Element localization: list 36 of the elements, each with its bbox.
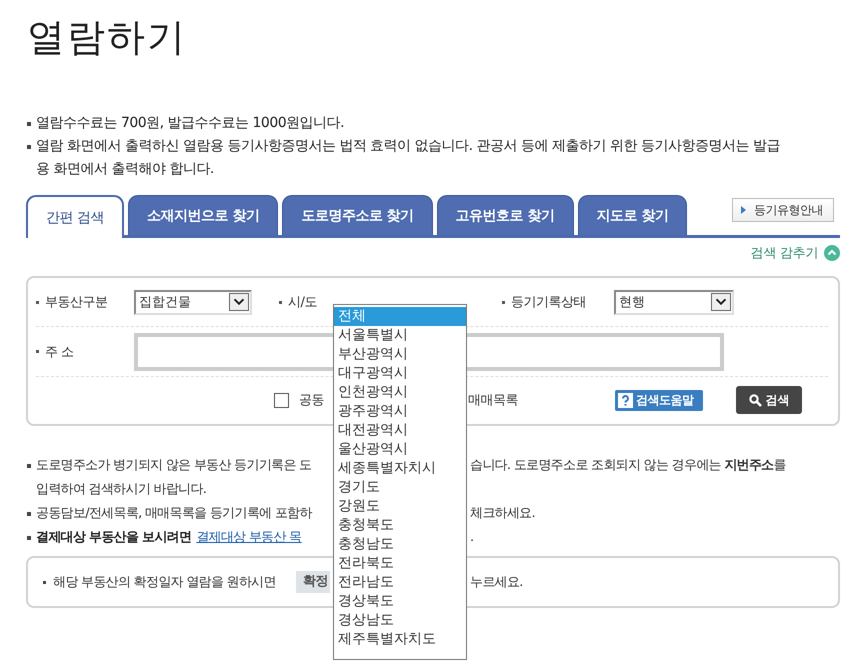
record-status-select[interactable]: 현행 bbox=[614, 290, 734, 314]
search-tab[interactable]: 소재지번으로 찾기 bbox=[128, 195, 278, 235]
search-help-button[interactable]: 검색도움말 bbox=[615, 390, 703, 410]
search-tab[interactable]: 도로명주소로 찾기 bbox=[282, 195, 433, 235]
search-tab[interactable]: 간편 검색 bbox=[26, 195, 124, 238]
field-label: 등기기록상태 bbox=[502, 293, 614, 311]
search-tab[interactable]: 지도로 찾기 bbox=[578, 195, 688, 235]
search-button[interactable]: 검색 bbox=[736, 386, 802, 414]
field-label: 부동산구분 bbox=[36, 293, 134, 311]
chevron-right-icon bbox=[741, 206, 746, 214]
info-text: 해당 부동산의 확정일자 열람을 원하시면 bbox=[53, 574, 277, 591]
note-text: 습니다. 도로명주소로 조회되지 않는 경우에는 지번주소를 bbox=[470, 457, 787, 475]
checkbox-label: 매매목록 bbox=[468, 392, 518, 409]
collapse-icon bbox=[824, 245, 840, 261]
confirm-date-button[interactable]: 확정 bbox=[296, 571, 330, 593]
note-text: 결제대상 부동산을 보시려면 결제대상 부동산 목 bbox=[36, 529, 303, 547]
note-text: 도로명주소가 병기되지 않은 부동산 등기기록은 도 bbox=[36, 457, 312, 475]
note-text: 공동담보/전세목록, 매매목록을 등기기록에 포함하 bbox=[36, 505, 314, 523]
note-text: . bbox=[470, 529, 474, 547]
search-icon bbox=[748, 394, 762, 406]
help-icon bbox=[618, 392, 633, 408]
checkbox[interactable] bbox=[274, 392, 289, 408]
page-title: 열람하기 bbox=[26, 14, 188, 61]
notice-text: 열람수수료는 700원, 발급수수료는 1000원입니다. bbox=[36, 114, 346, 133]
info-text: 누르세요. bbox=[470, 574, 524, 591]
guide-button[interactable]: 등기유형안내 bbox=[732, 198, 834, 222]
search-tab[interactable]: 고유번호로 찾기 bbox=[436, 195, 574, 235]
checkbox-label: 공동 bbox=[299, 392, 325, 409]
payment-list-link[interactable]: 결제대상 부동산 목 bbox=[196, 530, 302, 545]
note-text: 입력하여 검색하시기 바랍니다. bbox=[36, 481, 208, 499]
note-text: 체크하세요. bbox=[470, 505, 536, 523]
field-label: 시/도 bbox=[279, 293, 335, 311]
hide-search-link[interactable]: 검색 감추기 bbox=[750, 244, 840, 262]
property-type-select[interactable]: 집합건물 bbox=[134, 290, 252, 314]
notice-text: 열람 화면에서 출력하신 열람용 등기사항증명서는 법적 효력이 없습니다. 관공서 등에 제출하기 위한 등기사항증명서는 발급용 화면에서 출력해야 합니다. bbox=[36, 137, 781, 179]
field-label: 주 소 bbox=[36, 342, 134, 360]
